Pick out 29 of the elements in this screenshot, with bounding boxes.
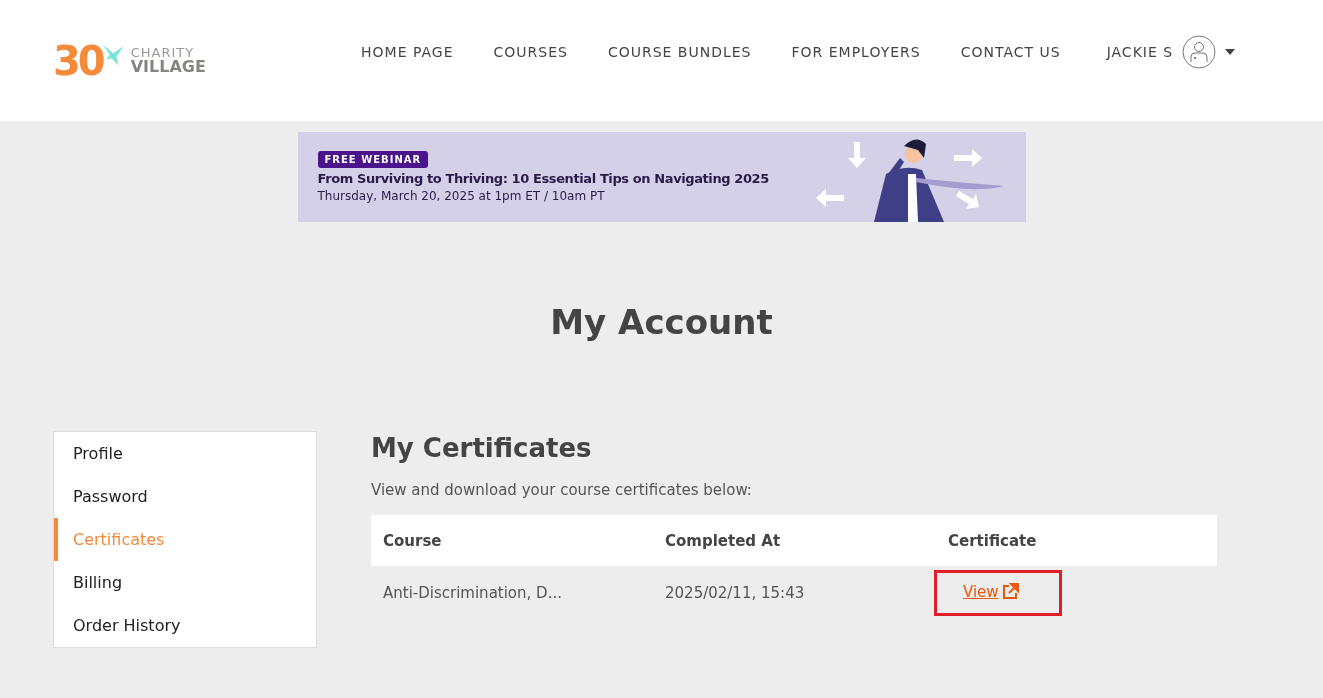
column-header: Completed At	[665, 531, 781, 550]
logo-text: CHARITY	[130, 46, 196, 59]
nav-link[interactable]: CONTACT US	[960, 43, 1061, 60]
section-title: My Certificates	[371, 432, 593, 465]
webinar-banner[interactable]: FREE WEBINAR From Surviving to Thriving: 10 Essential Tips on Navigating 2025 Thursday, March 20, 2025 at 1pm ET / 10am PT	[297, 132, 1026, 222]
sidebar-item[interactable]: Billing	[54, 561, 316, 604]
webinar-date: Thursday, March 20, 2025 at 1pm ET / 10am PT	[317, 189, 605, 203]
column-header: Certificate	[948, 531, 1037, 550]
webinar-title: From Surviving to Thriving: 10 Essential Tips on Navigating 2025	[317, 171, 769, 186]
external-link-icon	[1000, 582, 1019, 601]
column-header: Course	[383, 531, 442, 550]
nav-link[interactable]: COURSES	[493, 43, 568, 60]
section-description: View and download your course certificates below:	[371, 481, 753, 499]
nav-link[interactable]: FOR EMPLOYERS	[791, 43, 921, 60]
user-name[interactable]: JACKIE S	[1106, 43, 1174, 60]
webinar-badge: FREE WEBINAR	[317, 151, 429, 168]
table-cell: 2025/02/11, 15:43	[665, 583, 805, 602]
logo-text: VILLAGE	[130, 59, 206, 75]
logo[interactable]: 30 CHARITY VILLAGE	[53, 37, 313, 84]
table-cell: Anti-Discrimination, D...	[383, 583, 562, 602]
sidebar-item[interactable]: Password	[54, 475, 316, 518]
nav-link[interactable]: COURSE BUNDLES	[607, 43, 752, 60]
sidebar-item[interactable]: Order History	[54, 604, 316, 647]
logo-number: 30	[53, 37, 103, 84]
sidebar-item[interactable]: Profile	[54, 432, 316, 475]
caret-icon[interactable]	[1225, 48, 1236, 55]
nav-link[interactable]: HOME PAGE	[361, 43, 454, 60]
avatar-icon[interactable]	[1182, 34, 1217, 69]
page-title: My Account	[550, 302, 773, 344]
